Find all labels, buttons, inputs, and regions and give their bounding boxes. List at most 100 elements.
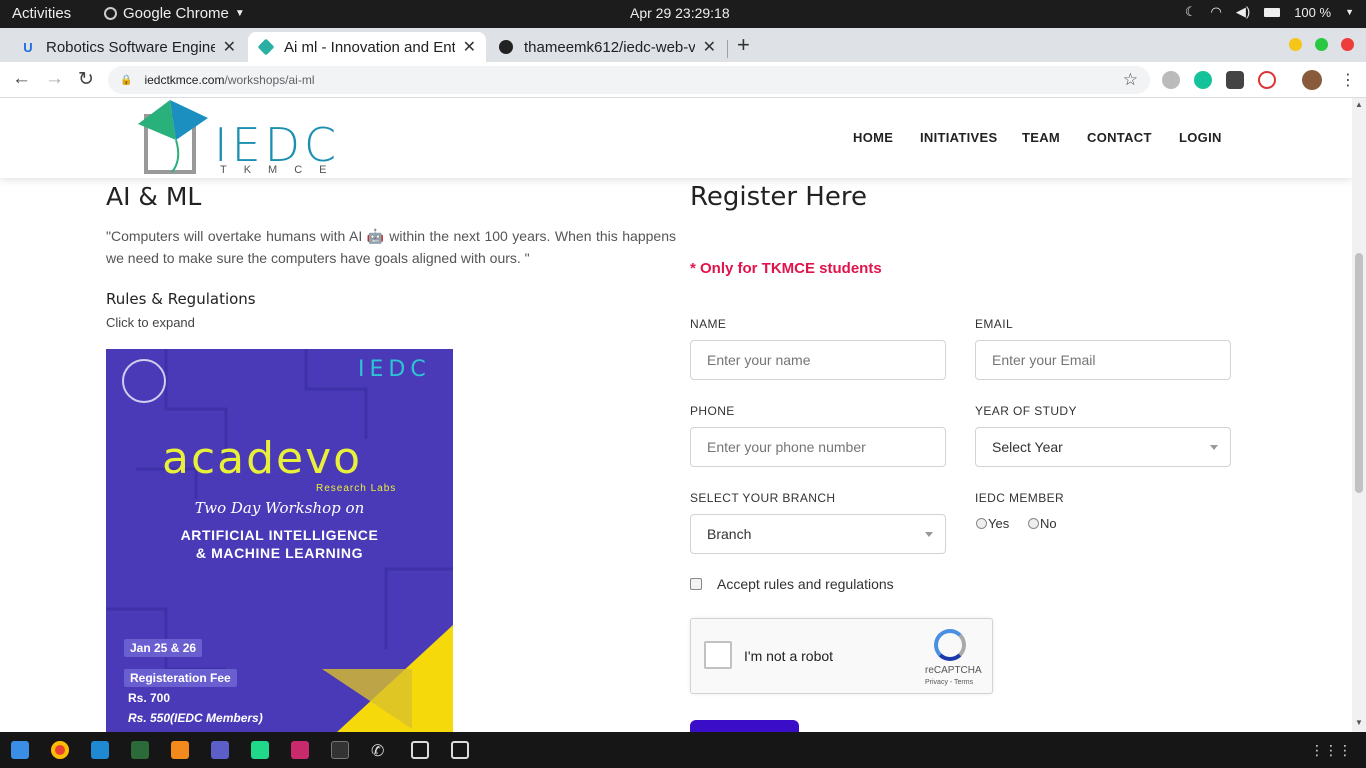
branch-select-value: Branch xyxy=(707,526,752,542)
form-title: Register Here xyxy=(690,182,867,212)
college-seal-icon xyxy=(122,359,166,403)
tab-github[interactable]: thameemk612/iedc-web-v2 ✕ xyxy=(488,32,726,62)
reload-icon[interactable]: ↻ xyxy=(78,68,94,91)
tab-strip: U Robotics Software Enginee ✕ Ai ml - In… xyxy=(0,28,1366,62)
installer-icon[interactable] xyxy=(451,741,469,759)
tab-robotics[interactable]: U Robotics Software Enginee ✕ xyxy=(10,32,246,62)
clock[interactable]: Apr 29 23:29:18 xyxy=(630,5,730,21)
email-label: EMAIL xyxy=(975,317,1014,331)
mendeley-icon[interactable] xyxy=(1226,71,1244,89)
rules-expand-hint[interactable]: Click to expand xyxy=(106,315,195,330)
app-grid-icon[interactable]: ⋮⋮⋮ xyxy=(1310,742,1352,759)
maximize-button[interactable] xyxy=(1315,38,1328,51)
member-yes-label: Yes xyxy=(988,516,1010,531)
nav-contact[interactable]: CONTACT xyxy=(1087,130,1152,145)
tab-title: Robotics Software Enginee xyxy=(46,38,215,56)
phone-icon[interactable]: ✆ xyxy=(371,741,389,760)
close-icon[interactable]: ✕ xyxy=(463,37,476,57)
battery-icon xyxy=(1264,7,1281,17)
poster-title-line2: & MACHINE LEARNING xyxy=(195,545,364,561)
tab-divider xyxy=(727,40,728,58)
member-label: IEDC MEMBER xyxy=(975,491,1065,505)
site-logo[interactable]: IEDC TKMCE xyxy=(132,100,342,176)
chevron-down-icon xyxy=(925,532,933,537)
nav-team[interactable]: TEAM xyxy=(1022,130,1060,145)
menu-kebab-icon[interactable]: ⋮ xyxy=(1340,70,1356,90)
recaptcha-brand: reCAPTCHA xyxy=(925,665,982,676)
year-select-value: Select Year xyxy=(992,439,1063,455)
teams-icon[interactable] xyxy=(211,741,229,759)
workshop-details: AI & ML "Computers will overtake humans … xyxy=(106,182,676,330)
app-menu[interactable]: Google Chrome ▼ xyxy=(104,5,245,22)
workshop-poster: IEDC acadevo Research Labs Two Day Works… xyxy=(106,349,453,732)
name-input[interactable] xyxy=(690,340,946,380)
close-icon[interactable]: ✕ xyxy=(703,37,716,57)
poster-brand-sub: Research Labs xyxy=(316,483,397,494)
scroll-down-icon[interactable]: ▼ xyxy=(1355,718,1363,727)
pycharm-icon[interactable] xyxy=(251,741,269,759)
iedc-icon xyxy=(257,38,275,56)
year-select[interactable]: Select Year xyxy=(975,427,1231,467)
phone-input[interactable] xyxy=(690,427,946,467)
chevron-down-icon: ▼ xyxy=(234,8,245,19)
volume-icon: ◀) xyxy=(1235,4,1251,19)
member-yes-radio[interactable]: Yes xyxy=(976,516,1009,531)
spreadsheet-icon[interactable] xyxy=(131,741,149,759)
terminal-icon[interactable] xyxy=(331,741,349,759)
tab-title: thameemk612/iedc-web-v2 xyxy=(524,38,695,56)
chevron-down-icon: ▼ xyxy=(1345,7,1354,17)
tab-ai-ml[interactable]: Ai ml - Innovation and Entr ✕ xyxy=(248,32,486,62)
site-header: IEDC TKMCE HOME INITIATIVES TEAM CONTACT… xyxy=(0,98,1352,178)
activities-button[interactable]: Activities xyxy=(12,5,71,22)
recaptcha-terms-link[interactable]: Privacy - Terms xyxy=(925,679,973,686)
rules-heading[interactable]: Rules & Regulations xyxy=(106,290,256,308)
archive-icon[interactable] xyxy=(411,741,429,759)
nav-initiatives[interactable]: INITIATIVES xyxy=(920,130,997,145)
scroll-up-icon[interactable]: ▲ xyxy=(1355,100,1363,109)
recaptcha-logo-icon xyxy=(934,629,966,661)
page-scrollbar[interactable]: ▲ ▼ xyxy=(1352,98,1366,732)
poster-fee-member: Rs. 550(IEDC Members) xyxy=(128,711,263,725)
forward-arrow-icon[interactable]: → xyxy=(45,68,64,90)
address-bar[interactable]: 🔒 iedctkmce.com/workshops/ai-ml ☆ xyxy=(108,66,1150,94)
nav-login[interactable]: LOGIN xyxy=(1179,130,1222,145)
files-icon[interactable] xyxy=(11,741,29,759)
vscode-icon[interactable] xyxy=(91,741,109,759)
workshop-quote: "Computers will overtake humans with AI … xyxy=(106,228,676,266)
profile-avatar[interactable] xyxy=(1302,70,1322,90)
system-tray[interactable]: ☾ ◠ ◀) 100 % ▼ xyxy=(1185,4,1354,20)
sublime-icon[interactable] xyxy=(171,741,189,759)
registration-form: Register Here * Only for TKMCE students … xyxy=(690,182,1231,732)
poster-fee-label: Registeration Fee xyxy=(124,669,237,687)
email-input[interactable] xyxy=(975,340,1231,380)
back-arrow-icon[interactable]: ← xyxy=(12,68,31,90)
new-tab-icon[interactable]: + xyxy=(737,32,750,58)
intellij-icon[interactable] xyxy=(291,741,309,759)
chrome-dock-icon[interactable] xyxy=(51,741,69,759)
recaptcha-widget: I'm not a robot reCAPTCHA Privacy - Term… xyxy=(690,618,993,694)
battery-percent: 100 % xyxy=(1294,4,1332,20)
checkbox-icon[interactable] xyxy=(690,578,702,590)
radio-icon[interactable] xyxy=(1028,518,1039,529)
nav-home[interactable]: HOME xyxy=(853,130,893,145)
scrollbar-thumb[interactable] xyxy=(1355,253,1363,493)
grammarly-icon[interactable] xyxy=(1194,71,1212,89)
github-icon xyxy=(498,39,514,55)
taskbar-dock: ✆ ⋮⋮⋮ xyxy=(0,732,1366,768)
member-no-radio[interactable]: No xyxy=(1028,516,1057,531)
accept-rules-checkbox[interactable]: Accept rules and regulations xyxy=(690,576,894,592)
radio-icon[interactable] xyxy=(976,518,987,529)
submit-button[interactable] xyxy=(690,720,799,732)
close-window-button[interactable] xyxy=(1341,38,1354,51)
year-label: YEAR OF STUDY xyxy=(975,404,1077,418)
system-top-bar: Activities Google Chrome ▼ Apr 29 23:29:… xyxy=(0,0,1366,28)
recaptcha-checkbox[interactable] xyxy=(704,641,732,669)
chevron-down-icon xyxy=(1210,445,1218,450)
extension-badge-icon[interactable] xyxy=(1258,71,1276,89)
chrome-icon xyxy=(104,7,117,20)
bookmark-star-icon[interactable]: ☆ xyxy=(1123,70,1138,90)
branch-select[interactable]: Branch xyxy=(690,514,946,554)
extension-icon[interactable] xyxy=(1162,71,1180,89)
minimize-button[interactable] xyxy=(1289,38,1302,51)
close-icon[interactable]: ✕ xyxy=(223,37,236,57)
